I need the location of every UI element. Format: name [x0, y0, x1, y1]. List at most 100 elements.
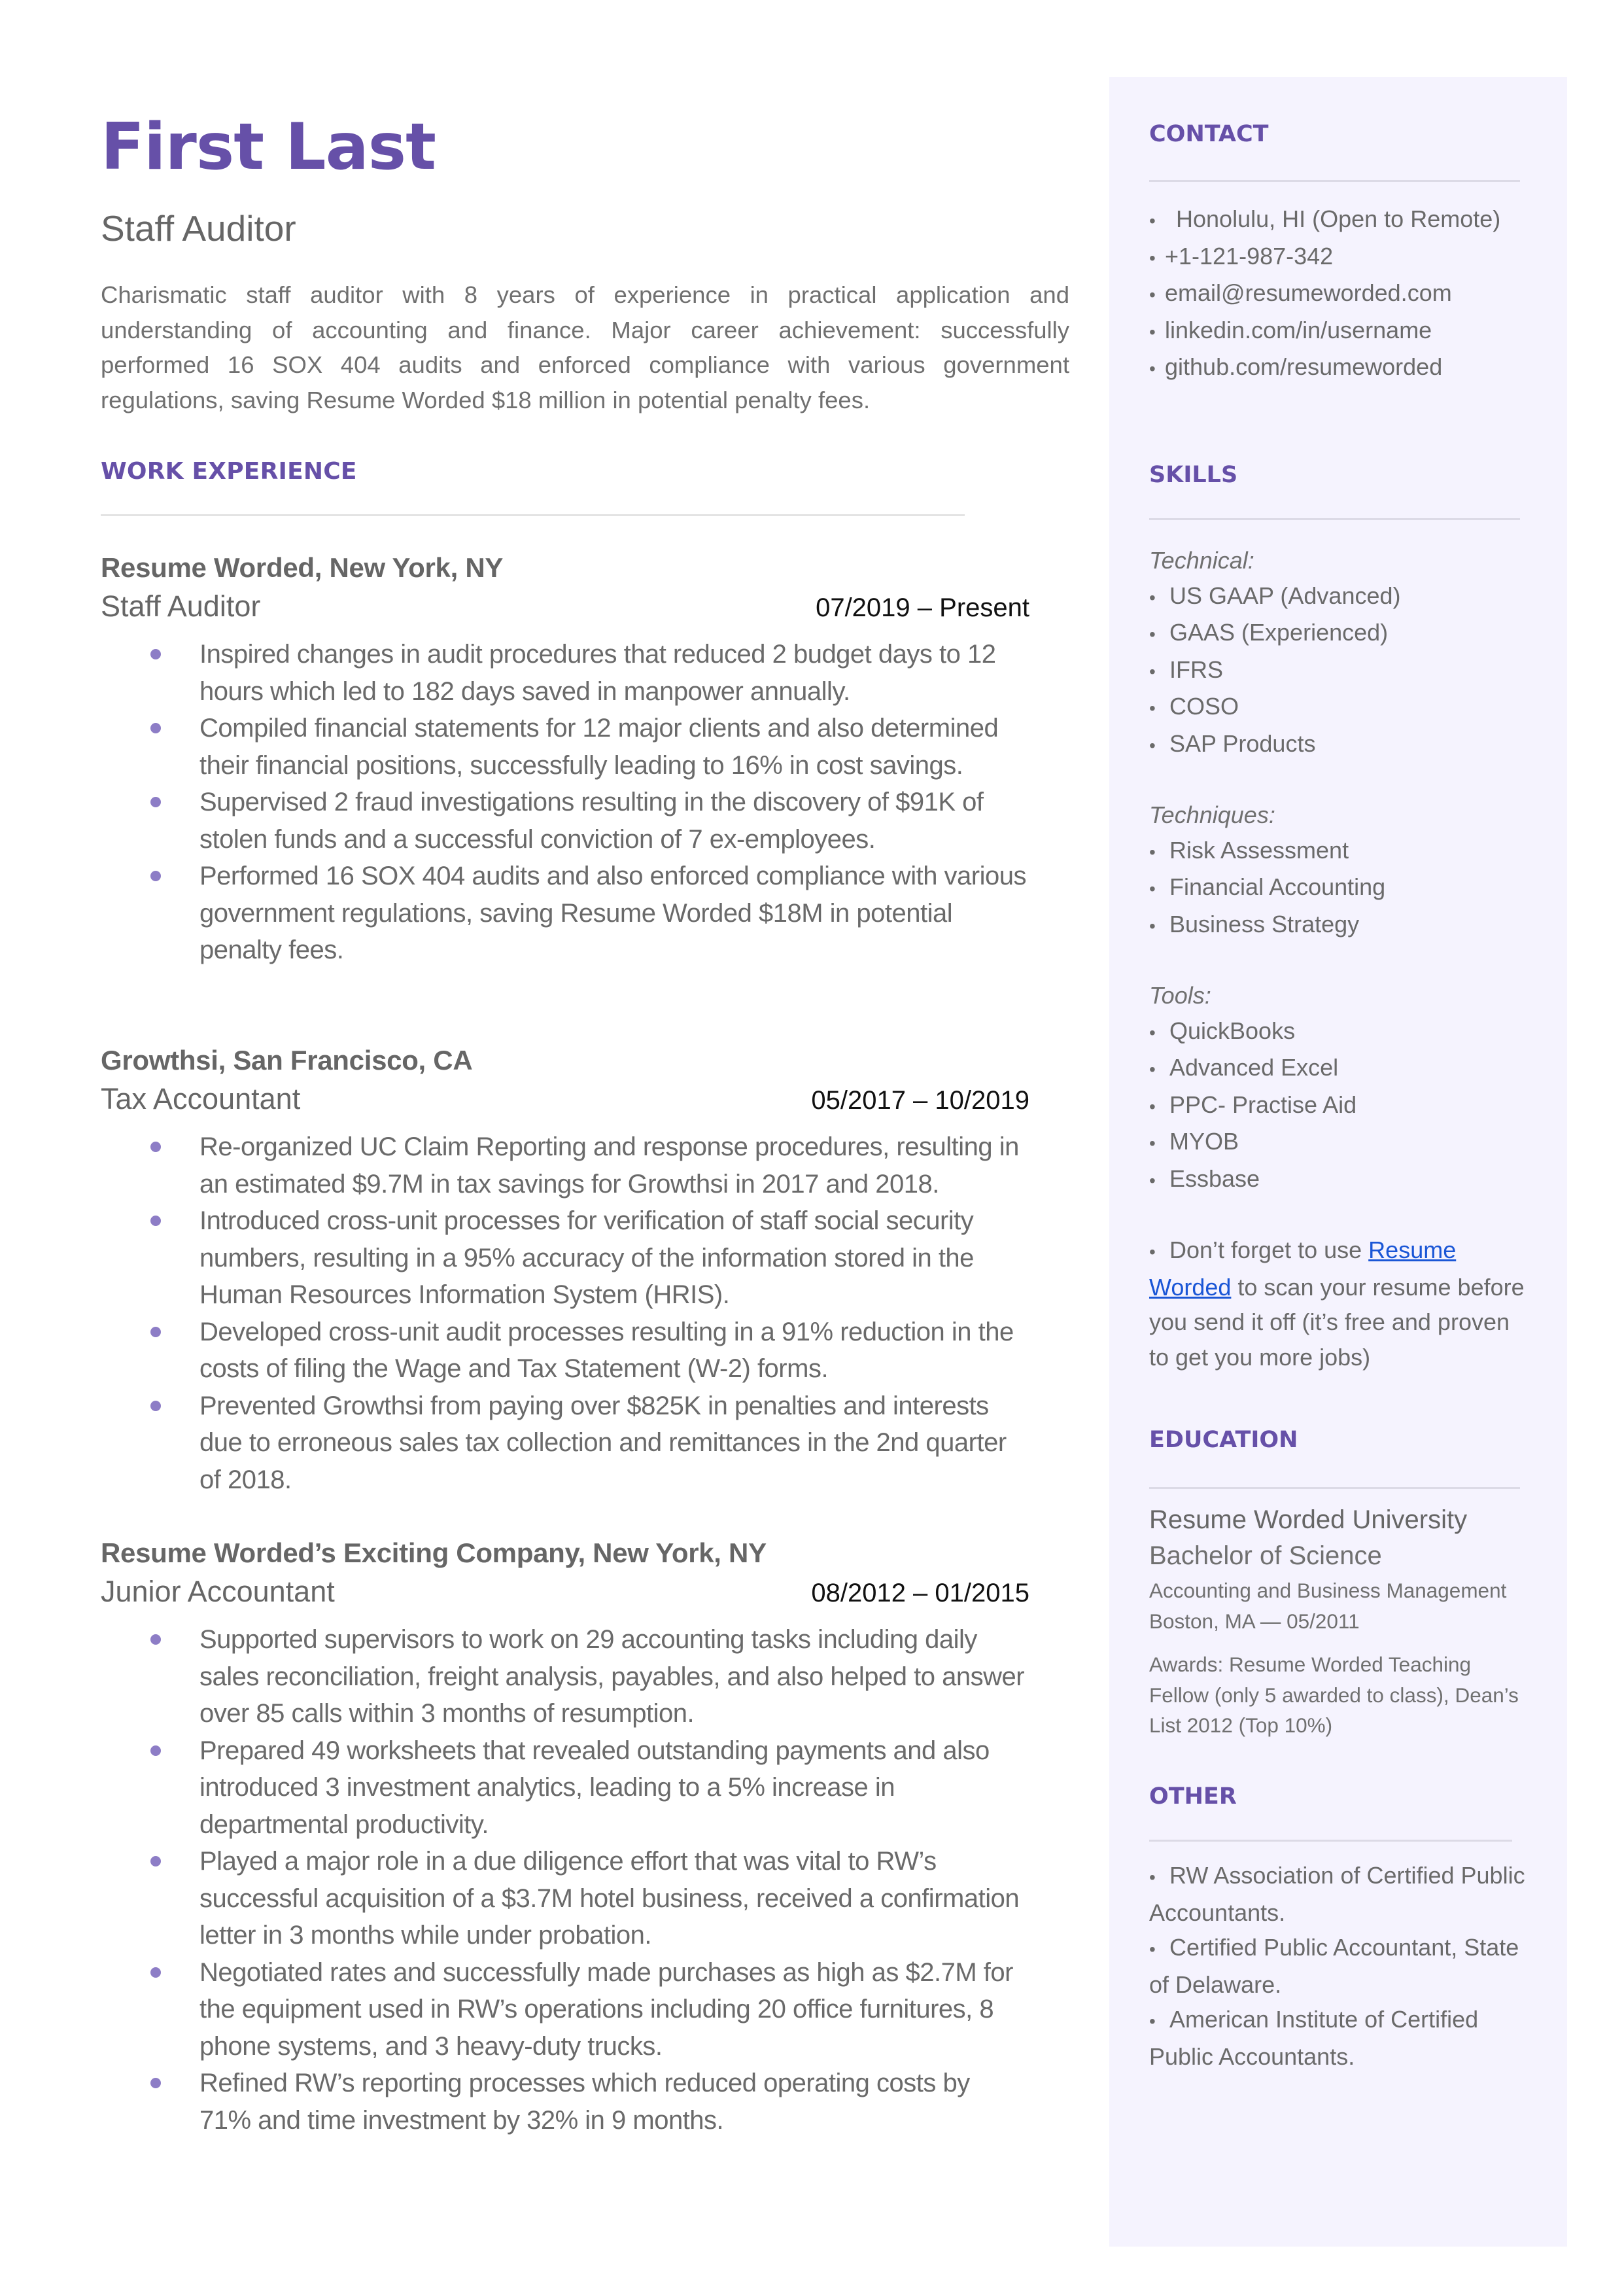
skills-category-tools: Tools:: [1149, 982, 1211, 1009]
bullet-icon: •: [1149, 1170, 1156, 1191]
job-role: Junior Accountant: [101, 1575, 335, 1608]
job-role-row: Junior Accountant 08/2012 – 01/2015: [101, 1571, 1029, 1612]
job-bullet: Supervised 2 fraud investigations result…: [101, 784, 1027, 858]
bullet-dot-icon: [150, 1326, 161, 1337]
education-section: Resume Worded University Bachelor of Sci…: [1149, 1502, 1529, 1741]
skill-text: GAAS (Experienced): [1169, 619, 1389, 646]
contact-email-text[interactable]: email@resumeworded.com: [1165, 279, 1452, 306]
education-school: Resume Worded University: [1149, 1505, 1468, 1534]
skill-text: MYOB: [1169, 1128, 1239, 1155]
bullet-icon: •: [1149, 587, 1156, 608]
other-item-text: RW Association of Certified Public Accou…: [1149, 1862, 1525, 1926]
bullet-dot-icon: [150, 2078, 161, 2088]
skills-list-technical: • US GAAP (Advanced) • GAAS (Experienced) …: [1149, 578, 1529, 763]
bullet-icon: •: [1149, 1096, 1156, 1117]
contact-list: • Honolulu, HI (Open to Remote) • +1-121-…: [1149, 201, 1529, 387]
job-bullet: Supported supervisors to work on 29 acco…: [101, 1621, 1027, 1732]
bullet-dot-icon: [150, 723, 161, 733]
skill-text: Advanced Excel: [1169, 1054, 1339, 1081]
contact-linkedin-text[interactable]: linkedin.com/in/username: [1165, 317, 1432, 343]
job-bullet: Prevented Growthsi from paying over $825…: [101, 1388, 1027, 1499]
skills-heading: SKILLS: [1149, 462, 1238, 488]
bullet-icon: •: [1149, 1242, 1156, 1262]
education-major: Accounting and Business Management: [1149, 1579, 1507, 1602]
contact-location-text: Honolulu, HI (Open to Remote): [1169, 205, 1501, 232]
bullet-dot-icon: [150, 1856, 161, 1866]
job-bullet: Negotiated rates and successfully made p…: [101, 1954, 1027, 2065]
other-item: • RW Association of Certified Public Acco…: [1149, 1858, 1535, 1930]
skill-item: • Advanced Excel: [1149, 1050, 1529, 1087]
contact-section: • Honolulu, HI (Open to Remote) • +1-121-…: [1149, 201, 1529, 387]
job-bullet: Performed 16 SOX 404 audits and also enf…: [101, 858, 1027, 969]
job-company: Resume Worded’s Exciting Company, New Yo…: [101, 1537, 767, 1568]
job-bullet: Compiled financial statements for 12 maj…: [101, 710, 1027, 784]
job-dates: 07/2019 – Present: [816, 593, 1029, 622]
skill-item: • US GAAP (Advanced): [1149, 578, 1529, 616]
skill-item: • IFRS: [1149, 652, 1529, 690]
contact-github-text[interactable]: github.com/resumeworded: [1165, 353, 1442, 380]
job-bullets: Supported supervisors to work on 29 acco…: [101, 1621, 1029, 2139]
skill-text: PPC- Practise Aid: [1169, 1091, 1357, 1118]
job-bullet: Refined RW’s reporting processes which r…: [101, 2065, 1027, 2139]
skills-category-techniques: Techniques:: [1149, 801, 1275, 828]
candidate-name: First Last: [101, 110, 436, 184]
bullet-icon: •: [1149, 879, 1156, 899]
bullet-dot-icon: [150, 797, 161, 807]
other-heading: OTHER: [1149, 1783, 1237, 1810]
bullet-icon: •: [1149, 1939, 1156, 1959]
bullet-dot-icon: [150, 1634, 161, 1645]
job-bullet: Introduced cross-unit processes for veri…: [101, 1202, 1027, 1314]
skill-item: • SAP Products: [1149, 726, 1529, 763]
skill-text: SAP Products: [1169, 729, 1316, 757]
bullet-text: Prepared 49 worksheets that revealed out…: [199, 1736, 990, 1839]
contact-email[interactable]: • email@resumeworded.com: [1149, 275, 1529, 313]
contact-divider: [1149, 180, 1520, 182]
job-bullet: Prepared 49 worksheets that revealed out…: [101, 1732, 1027, 1844]
contact-phone[interactable]: • +1-121-987-342: [1149, 239, 1529, 276]
contact-phone-text[interactable]: +1-121-987-342: [1165, 243, 1333, 270]
bullet-text: Negotiated rates and successfully made p…: [199, 1957, 1013, 2061]
bullet-text: Compiled financial statements for 12 maj…: [199, 714, 999, 780]
skill-text: QuickBooks: [1169, 1017, 1296, 1044]
contact-location: • Honolulu, HI (Open to Remote): [1149, 201, 1529, 239]
job-dates: 05/2017 – 10/2019: [811, 1086, 1029, 1115]
education-heading: EDUCATION: [1149, 1427, 1298, 1453]
bullet-icon: •: [1149, 624, 1156, 644]
education-divider: [1149, 1487, 1520, 1489]
skill-item: • COSO: [1149, 689, 1529, 726]
bullet-text: Refined RW’s reporting processes which r…: [199, 2069, 970, 2135]
work-experience-heading: WORK EXPERIENCE: [101, 458, 357, 485]
contact-github[interactable]: • github.com/resumeworded: [1149, 349, 1529, 387]
other-list: • RW Association of Certified Public Acco…: [1149, 1858, 1535, 2074]
skill-text: US GAAP (Advanced): [1169, 582, 1401, 609]
skill-item: • Business Strategy: [1149, 907, 1529, 944]
contact-linkedin[interactable]: • linkedin.com/in/username: [1149, 313, 1529, 350]
bullet-icon: •: [1149, 661, 1156, 682]
skill-text: IFRS: [1169, 656, 1224, 683]
skill-text: COSO: [1169, 693, 1239, 720]
skills-list-techniques: • Risk Assessment • Financial Accounting •…: [1149, 833, 1529, 944]
job-bullets: Inspired changes in audit procedures tha…: [101, 636, 1029, 969]
other-item: • American Institute of Certified Public …: [1149, 2002, 1535, 2074]
bullet-icon: •: [1149, 247, 1156, 268]
skills-section: Technical: • US GAAP (Advanced) • GAAS (Ex…: [1149, 543, 1529, 1375]
job-company: Growthsi, San Francisco, CA: [101, 1045, 473, 1076]
job-role: Tax Accountant: [101, 1082, 301, 1115]
education-awards: Awards: Resume Worded Teaching Fellow (o…: [1149, 1653, 1519, 1737]
skill-item: • PPC- Practise Aid: [1149, 1087, 1529, 1125]
other-divider: [1149, 1840, 1512, 1842]
skill-item: • Essbase: [1149, 1161, 1529, 1199]
skill-text: Business Strategy: [1169, 910, 1360, 937]
bullet-dot-icon: [150, 1745, 161, 1756]
summary-paragraph: Charismatic staff auditor with 8 years o…: [101, 281, 1069, 413]
bullet-text: Re-organized UC Claim Reporting and resp…: [199, 1132, 1019, 1199]
bullet-text: Played a major role in a due diligence e…: [199, 1847, 1020, 1950]
bullet-text: Inspired changes in audit procedures tha…: [199, 640, 996, 706]
bullet-icon: •: [1149, 285, 1156, 305]
job-bullets: Re-organized UC Claim Reporting and resp…: [101, 1129, 1029, 1498]
job-entry: Resume Worded’s Exciting Company, New Yo…: [101, 1535, 1029, 2139]
other-item-text: American Institute of Certified Public A…: [1149, 2006, 1479, 2070]
skill-item: • Risk Assessment: [1149, 833, 1529, 870]
bullet-text: Prevented Growthsi from paying over $825…: [199, 1391, 1007, 1494]
bullet-text: Developed cross-unit audit processes res…: [199, 1317, 1014, 1384]
